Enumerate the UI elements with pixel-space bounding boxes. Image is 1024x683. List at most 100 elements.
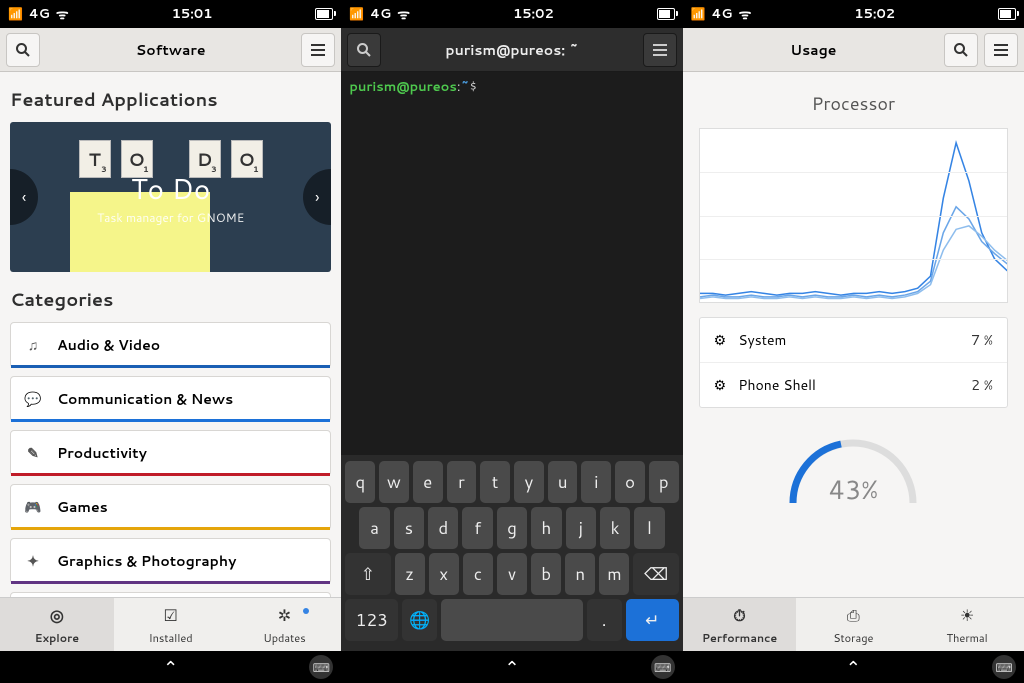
menu-button[interactable] bbox=[643, 33, 677, 67]
key-k[interactable]: k bbox=[600, 507, 630, 549]
key-f[interactable]: f bbox=[462, 507, 492, 549]
tab-label: Updates bbox=[263, 630, 305, 646]
tab-storage[interactable]: ⎙Storage bbox=[796, 598, 910, 651]
search-button[interactable] bbox=[944, 33, 978, 67]
process-name: Phone Shell bbox=[738, 375, 959, 395]
keyboard-toggle-icon[interactable]: ⌨ bbox=[651, 655, 675, 679]
category-item[interactable]: 💬Communication & News bbox=[10, 376, 331, 422]
search-button[interactable] bbox=[6, 33, 40, 67]
category-item[interactable]: ♫Audio & Video bbox=[10, 322, 331, 368]
tab-updates[interactable]: ✲Updates bbox=[228, 598, 342, 651]
system-navbar: ⌃ ⌨ bbox=[0, 651, 341, 683]
app-title: Usage bbox=[790, 40, 836, 60]
key-x[interactable]: x bbox=[429, 553, 459, 595]
phone-terminal: 4G 15:02 purism@pureos: ~ purism@pureos:… bbox=[341, 0, 682, 683]
process-name: System bbox=[738, 330, 959, 350]
tab-installed[interactable]: ☑Installed bbox=[114, 598, 228, 651]
process-row[interactable]: ⚙System7 % bbox=[700, 318, 1007, 363]
key-c[interactable]: c bbox=[463, 553, 493, 595]
key-s[interactable]: s bbox=[394, 507, 424, 549]
carousel-next-button[interactable]: › bbox=[303, 169, 331, 225]
key-b[interactable]: b bbox=[531, 553, 561, 595]
category-icon: ♫ bbox=[23, 335, 43, 355]
category-item[interactable]: ✚Add-ons bbox=[10, 592, 331, 597]
key-y[interactable]: y bbox=[514, 461, 544, 503]
system-navbar: ⌃ ⌨ bbox=[341, 651, 682, 683]
keyboard-toggle-icon[interactable]: ⌨ bbox=[309, 655, 333, 679]
key-d[interactable]: d bbox=[428, 507, 458, 549]
key-space[interactable] bbox=[441, 599, 582, 641]
featured-app-tagline: Task manager for GNOME bbox=[97, 209, 244, 226]
terminal-body[interactable]: purism@pureos:~$ bbox=[341, 72, 682, 455]
key-z[interactable]: z bbox=[395, 553, 425, 595]
key-g[interactable]: g bbox=[497, 507, 527, 549]
key-l[interactable]: l bbox=[634, 507, 664, 549]
cpu-chart bbox=[699, 128, 1008, 303]
signal-icon bbox=[8, 5, 23, 23]
menu-button[interactable] bbox=[984, 33, 1018, 67]
search-button[interactable] bbox=[347, 33, 381, 67]
headerbar: purism@pureos: ~ bbox=[341, 28, 682, 72]
featured-heading: Featured Applications bbox=[0, 72, 341, 122]
key-symbols[interactable]: 123 bbox=[345, 599, 398, 641]
tab-explore[interactable]: ◎Explore bbox=[0, 598, 114, 651]
headerbar: Software bbox=[0, 28, 341, 72]
nav-up-icon[interactable]: ⌃ bbox=[163, 654, 178, 680]
key-period[interactable]: . bbox=[587, 599, 622, 641]
battery-icon bbox=[315, 8, 333, 20]
key-globe[interactable]: 🌐 bbox=[402, 599, 437, 641]
process-row[interactable]: ⚙Phone Shell2 % bbox=[700, 363, 1007, 407]
key-o[interactable]: o bbox=[615, 461, 645, 503]
statusbar: 4G 15:02 bbox=[683, 0, 1024, 28]
key-enter[interactable]: ↵ bbox=[626, 599, 679, 641]
key-j[interactable]: j bbox=[566, 507, 596, 549]
nav-up-icon[interactable]: ⌃ bbox=[504, 654, 519, 680]
tab-performance[interactable]: ⏱Performance bbox=[683, 598, 797, 651]
category-icon: ✎ bbox=[23, 443, 43, 463]
key-v[interactable]: v bbox=[497, 553, 527, 595]
menu-button[interactable] bbox=[301, 33, 335, 67]
key-a[interactable]: a bbox=[359, 507, 389, 549]
category-item[interactable]: ✦Graphics & Photography bbox=[10, 538, 331, 584]
tab-label: Explore bbox=[35, 630, 79, 646]
phone-software: 4G 15:01 Software Featured Applications … bbox=[0, 0, 341, 683]
key-⌫[interactable]: ⌫ bbox=[633, 553, 678, 595]
category-item[interactable]: 🎮Games bbox=[10, 484, 331, 530]
category-label: Graphics & Photography bbox=[57, 551, 236, 571]
category-icon: 💬 bbox=[23, 389, 43, 409]
network-label: 4G bbox=[712, 5, 733, 23]
key-w[interactable]: w bbox=[379, 461, 409, 503]
key-m[interactable]: m bbox=[599, 553, 629, 595]
key-u[interactable]: u bbox=[548, 461, 578, 503]
tab-label: Thermal bbox=[947, 630, 988, 646]
key-q[interactable]: q bbox=[345, 461, 375, 503]
usage-content: Processor ⚙System7 %⚙Phone Shell2 % 43% bbox=[683, 72, 1024, 597]
key-i[interactable]: i bbox=[581, 461, 611, 503]
tab-icon: ☀ bbox=[960, 604, 974, 627]
key-r[interactable]: r bbox=[447, 461, 477, 503]
key-n[interactable]: n bbox=[565, 553, 595, 595]
wifi-icon bbox=[739, 4, 752, 24]
featured-banner[interactable]: T3 O1 D3 O1 To Do Task manager for GNOME… bbox=[10, 122, 331, 272]
network-label: 4G bbox=[370, 5, 391, 23]
tab-icon: ☑ bbox=[164, 604, 178, 627]
category-label: Productivity bbox=[57, 443, 147, 463]
battery-icon bbox=[998, 8, 1016, 20]
categories-heading: Categories bbox=[0, 272, 341, 322]
tab-label: Storage bbox=[833, 630, 873, 646]
category-icon: 🎮 bbox=[23, 497, 43, 517]
process-list: ⚙System7 %⚙Phone Shell2 % bbox=[699, 317, 1008, 408]
keyboard-toggle-icon[interactable]: ⌨ bbox=[992, 655, 1016, 679]
key-t[interactable]: t bbox=[480, 461, 510, 503]
category-item[interactable]: ✎ Productivity bbox=[10, 430, 331, 476]
key-e[interactable]: e bbox=[413, 461, 443, 503]
bottom-tabs: ◎Explore☑Installed✲Updates bbox=[0, 597, 341, 651]
tab-thermal[interactable]: ☀ Thermal bbox=[910, 598, 1024, 651]
carousel-prev-button[interactable]: ‹ bbox=[10, 169, 38, 225]
clock: 15:01 bbox=[172, 5, 213, 23]
signal-icon bbox=[349, 5, 364, 23]
key-h[interactable]: h bbox=[531, 507, 561, 549]
nav-up-icon[interactable]: ⌃ bbox=[846, 654, 861, 680]
key-p[interactable]: p bbox=[649, 461, 679, 503]
key-⇧[interactable]: ⇧ bbox=[345, 553, 390, 595]
